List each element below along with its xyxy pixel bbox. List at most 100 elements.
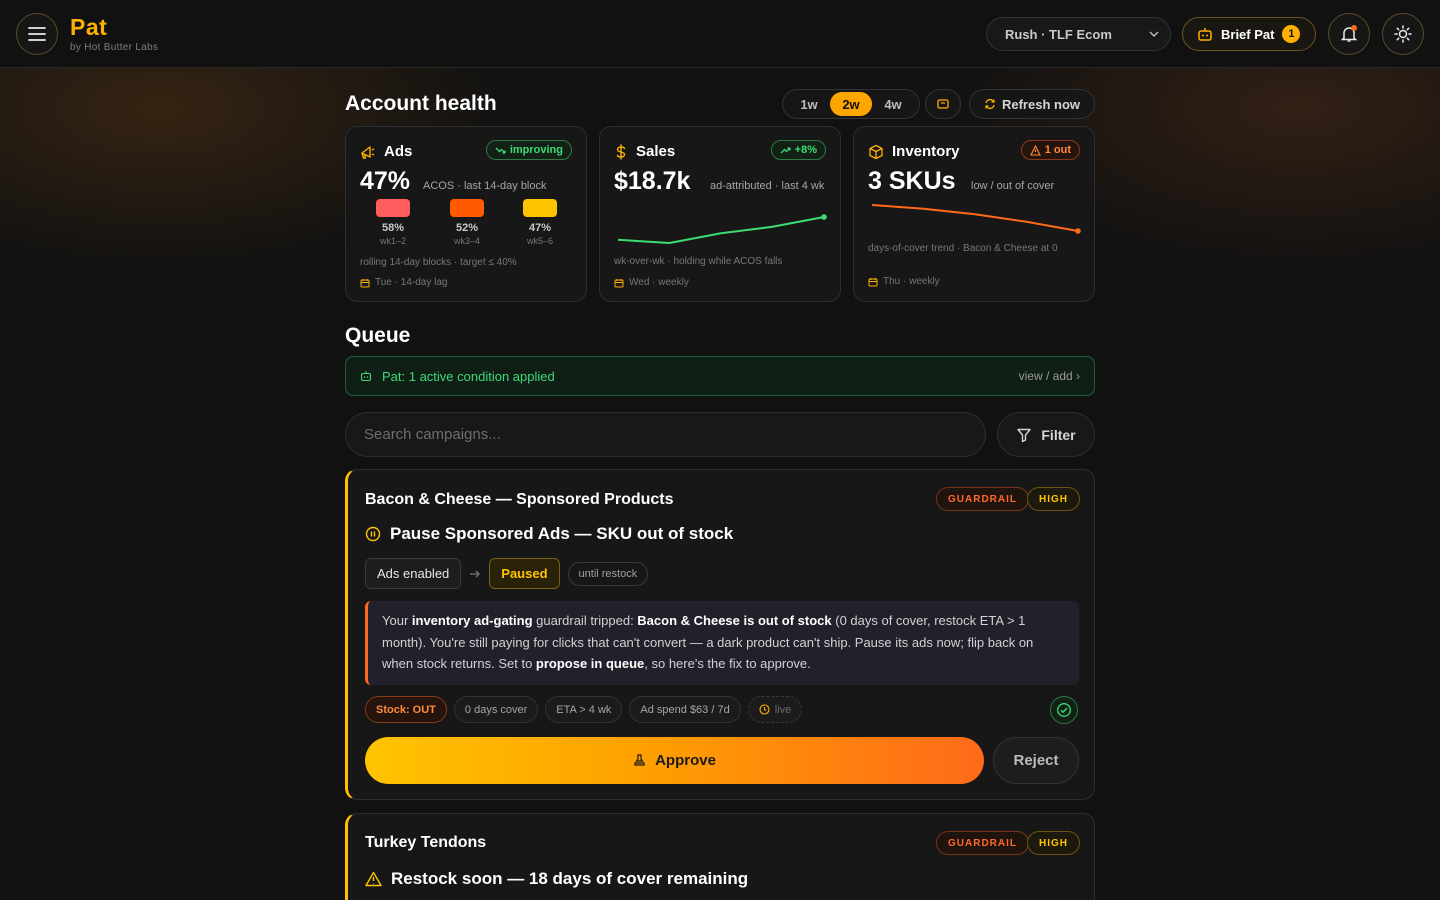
- state-change: Ads enabled Paused until restock: [365, 558, 649, 589]
- sales-footnote: wk-over-wk · holding while ACOS falls: [614, 256, 783, 267]
- filter-button[interactable]: Filter: [997, 412, 1095, 457]
- explanation-emphasis: inventory ad-gating: [411, 613, 533, 628]
- approve-label: Approve: [655, 752, 716, 769]
- inventory-trend-chart: [871, 204, 1081, 234]
- eta-chip: ETA > 4 wk: [545, 696, 623, 723]
- ads-block-label: wk3–4: [453, 236, 480, 246]
- ads-value-note: ACOS · last 14-day block: [423, 180, 547, 192]
- guardrail-tag: GUARDRAIL: [936, 831, 1029, 855]
- ad-spend-chip: Ad spend $63 / 7d: [629, 696, 741, 723]
- inventory-schedule: Thu · weekly: [868, 276, 940, 287]
- ads-card-header: Ads: [360, 143, 412, 160]
- expand-icon: [937, 99, 949, 109]
- refresh-button[interactable]: Refresh now: [969, 89, 1095, 119]
- calendar-icon: [614, 278, 624, 287]
- warning-icon: [365, 871, 382, 887]
- range-option-1w[interactable]: 1w: [788, 92, 830, 116]
- sales-card-title: Sales: [636, 143, 676, 160]
- ads-block-swatch: [523, 199, 557, 217]
- ads-status-text: improving: [509, 144, 563, 156]
- range-option-2w[interactable]: 2w: [830, 92, 872, 116]
- inventory-trend-line: [871, 204, 1079, 232]
- sales-card-header: Sales: [614, 143, 675, 160]
- ads-schedule: Tue · 14-day lag: [360, 277, 447, 288]
- sales-value-note: ad-attributed · last 4 wk: [710, 180, 825, 192]
- explanation-box: Your inventory ad-gating guardrail tripp…: [365, 601, 1079, 685]
- brief-pat-label: Brief Pat: [1221, 26, 1275, 42]
- explanation-text: , so here's the fix to approve.: [644, 656, 811, 671]
- inventory-schedule-text: Thu · weekly: [883, 276, 940, 287]
- box-icon: [869, 144, 883, 159]
- ads-card[interactable]: Ads improving 47% ACOS · last 14-day blo…: [345, 126, 587, 302]
- arrow-right-icon: [470, 570, 481, 577]
- ads-block: 58% wk1–2: [363, 199, 423, 246]
- clock-icon: [759, 704, 770, 715]
- new-state: Paused: [489, 558, 560, 589]
- account-health-title: Account health: [345, 92, 497, 115]
- stock-chip: Stock: OUT: [365, 696, 447, 723]
- range-toggle: 1w 2w 4w: [782, 89, 920, 119]
- notifications-button[interactable]: [1328, 13, 1370, 55]
- explanation-emphasis: Bacon & Cheese is out of stock: [637, 613, 832, 628]
- queue-item-card: Turkey Tendons GUARDRAIL HIGH Restock so…: [345, 813, 1095, 900]
- megaphone-icon: [361, 145, 375, 159]
- proposed-action: Restock soon — 18 days of cover remainin…: [365, 869, 748, 889]
- current-state: Ads enabled: [365, 558, 462, 589]
- refresh-icon: [985, 98, 995, 110]
- dollar-icon: [616, 143, 626, 160]
- brief-count-badge: 1: [1282, 25, 1301, 43]
- check-icon: [1050, 696, 1078, 724]
- range-option-4w[interactable]: 4w: [872, 92, 914, 116]
- inventory-footnote: days-of-cover trend · Bacon & Cheese at …: [868, 243, 1058, 254]
- explanation-text: Your: [382, 613, 412, 628]
- trend-up-icon: [780, 146, 791, 153]
- account-select[interactable]: Rush · TLF Ecom: [986, 17, 1171, 51]
- sales-schedule: Wed · weekly: [614, 277, 689, 288]
- robot-icon: [360, 371, 372, 382]
- reject-button[interactable]: Reject: [993, 737, 1079, 784]
- ads-block-pct: 58%: [381, 222, 405, 234]
- sales-schedule-text: Wed · weekly: [629, 277, 689, 288]
- warning-icon: [1029, 144, 1041, 156]
- state-note: until restock: [567, 561, 649, 586]
- guardrail-tag: GUARDRAIL: [936, 487, 1029, 511]
- ads-block-pct: 47%: [528, 222, 552, 234]
- inventory-card-header: Inventory: [868, 143, 960, 160]
- chevron-down-icon: [1149, 31, 1159, 38]
- sales-card[interactable]: Sales +8% $18.7k ad-attributed · last 4 …: [599, 126, 841, 302]
- menu-button[interactable]: [16, 13, 58, 55]
- live-chip-text: live: [774, 703, 792, 716]
- ads-status-pill: improving: [485, 140, 572, 160]
- inventory-card-title: Inventory: [892, 143, 960, 160]
- explanation-text: guardrail tripped:: [532, 613, 638, 628]
- inventory-trend-end-point: [1075, 228, 1081, 234]
- sales-trend-end-point: [821, 214, 827, 220]
- search-campaigns-input[interactable]: [345, 412, 986, 457]
- evidence-chips: Stock: OUT 0 days cover ETA > 4 wk Ad sp…: [365, 696, 803, 723]
- calendar-icon: [868, 277, 878, 286]
- brief-pat-button[interactable]: Brief Pat 1: [1182, 17, 1316, 51]
- approve-button[interactable]: Approve: [365, 737, 984, 784]
- theme-toggle-button[interactable]: [1382, 13, 1424, 55]
- inventory-value-note: low / out of cover: [971, 180, 1055, 192]
- ads-schedule-text: Tue · 14-day lag: [375, 277, 448, 288]
- brand-name: Pat: [70, 14, 108, 40]
- brand-subtitle: by Hot Butter Labs: [70, 42, 159, 53]
- view-add-conditions-link[interactable]: view / add ›: [1019, 369, 1080, 383]
- ads-block-pct: 52%: [455, 222, 479, 234]
- proposed-action-text: Pause Sponsored Ads — SKU out of stock: [390, 524, 734, 543]
- inventory-card[interactable]: Inventory 1 out 3 SKUs low / out of cove…: [853, 126, 1095, 302]
- ads-block-swatch: [450, 199, 484, 217]
- active-condition-bar[interactable]: Pat: 1 active condition applied view / a…: [345, 356, 1095, 396]
- ads-block-label: wk5–6: [526, 236, 553, 246]
- expand-button[interactable]: [925, 89, 961, 119]
- filter-label: Filter: [1041, 426, 1076, 443]
- queue-title: Queue: [345, 324, 411, 347]
- ads-block-swatch: [376, 199, 410, 217]
- robot-icon: [1198, 28, 1212, 41]
- inventory-status-pill: 1 out: [1020, 140, 1080, 160]
- ads-card-title: Ads: [384, 143, 413, 160]
- trend-down-icon: [495, 147, 506, 154]
- proposed-action: Pause Sponsored Ads — SKU out of stock: [365, 524, 733, 544]
- queue-item-card: Bacon & Cheese — Sponsored Products GUAR…: [345, 469, 1095, 800]
